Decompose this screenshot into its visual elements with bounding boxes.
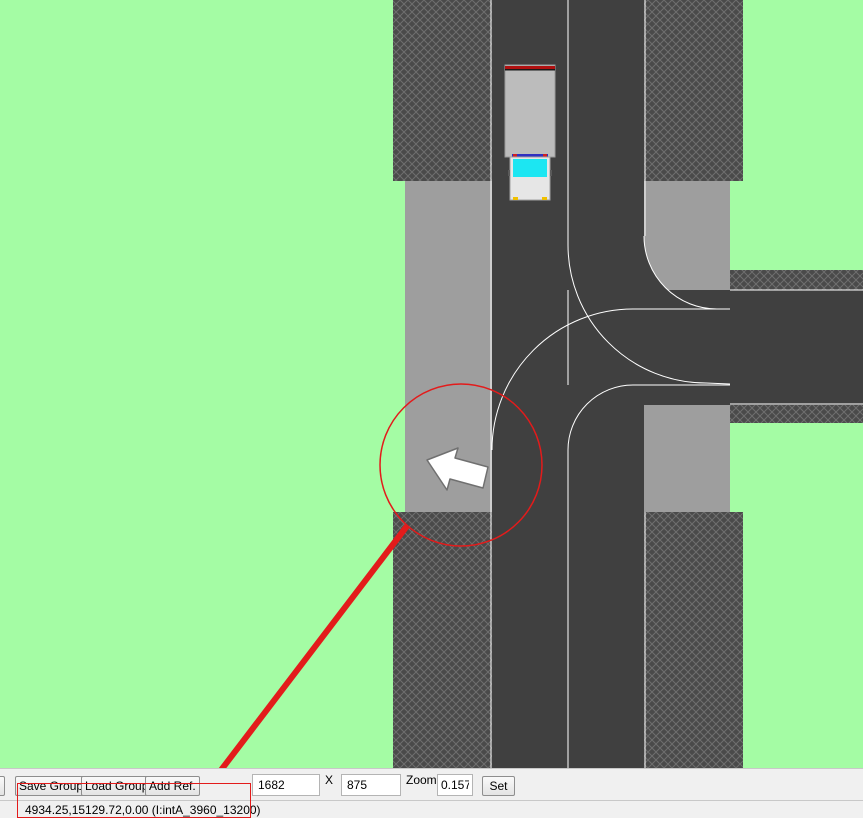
zoom-input[interactable]	[437, 774, 473, 796]
status-coordinates: 4934.25,15129.72,0.00 (I:intA_3960_13200…	[25, 803, 261, 817]
corner-fill-bottom	[644, 385, 730, 405]
truck-icon[interactable]	[504, 64, 556, 201]
height-input[interactable]	[341, 774, 401, 796]
toolbar-clipped-button[interactable]	[0, 776, 5, 796]
curb-block-bottom-left	[393, 512, 492, 768]
curb-block-top-left	[393, 0, 492, 181]
curb-block-bottom-right	[644, 512, 743, 768]
side-road-curb-top	[730, 270, 863, 290]
side-road-curb-bottom	[730, 405, 863, 423]
curb-block-top-right	[644, 0, 743, 181]
set-button[interactable]: Set	[482, 776, 515, 796]
times-label: X	[325, 773, 334, 787]
save-group-button[interactable]: Save Group	[15, 776, 88, 796]
map-canvas[interactable]	[0, 0, 863, 768]
load-group-button[interactable]: Load Group	[81, 776, 153, 796]
width-input[interactable]	[252, 774, 320, 796]
bottom-toolbar: Save Group Load Group Add Ref. X Zoom Se…	[0, 768, 863, 800]
add-ref-button[interactable]: Add Ref.	[145, 776, 200, 796]
status-bar: 4934.25,15129.72,0.00 (I:intA_3960_13200…	[0, 800, 863, 818]
zoom-label: Zoom	[406, 773, 437, 787]
